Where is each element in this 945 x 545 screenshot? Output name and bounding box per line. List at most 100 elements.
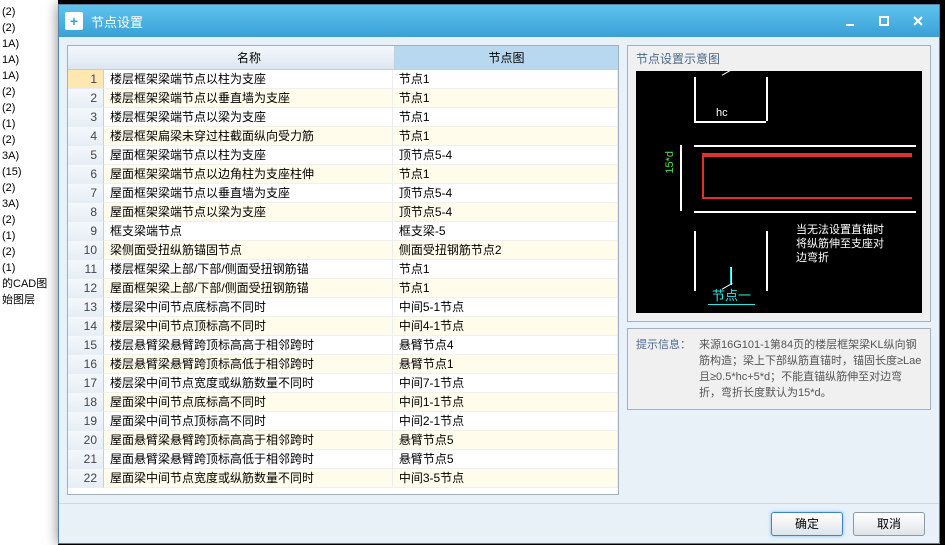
cell-name: 楼层框架扁梁未穿过柱截面纵向受力筋 bbox=[104, 127, 393, 146]
cad-layer-item: 1A) bbox=[2, 52, 56, 68]
cell-name: 楼层梁中间节点底标高不同时 bbox=[104, 298, 393, 317]
right-pane: 节点设置示意图 hc bbox=[627, 45, 931, 495]
table-row[interactable]: 8屋面框架梁端节点以梁为支座顶节点5-4 bbox=[68, 203, 618, 222]
cancel-button[interactable]: 取消 bbox=[853, 512, 925, 536]
cell-node: 中间1-1节点 bbox=[393, 393, 618, 412]
table-row[interactable]: 15楼层悬臂梁悬臂跨顶标高高于相邻跨时悬臂节点4 bbox=[68, 336, 618, 355]
dim-15d: 15*d bbox=[664, 151, 676, 174]
table-row[interactable]: 5屋面框架梁端节点以柱为支座顶节点5-4 bbox=[68, 146, 618, 165]
cell-node: 节点1 bbox=[393, 70, 618, 89]
table-row[interactable]: 19屋面梁中间节点顶标高不同时中间2-1节点 bbox=[68, 412, 618, 431]
cad-layer-item: (2) bbox=[2, 100, 56, 116]
ok-button[interactable]: 确定 bbox=[771, 512, 843, 536]
cell-node: 框支梁-5 bbox=[393, 222, 618, 241]
row-number: 12 bbox=[68, 279, 104, 298]
row-number: 2 bbox=[68, 89, 104, 108]
table-row[interactable]: 17楼层梁中间节点宽度或纵筋数量不同时中间7-1节点 bbox=[68, 374, 618, 393]
hint-label: 提示信息： bbox=[636, 337, 691, 401]
cell-name: 楼层框架梁上部/下部/侧面受扭钢筋锚 bbox=[104, 260, 393, 279]
table-row[interactable]: 7屋面框架梁端节点以垂直墙为支座顶节点5-4 bbox=[68, 184, 618, 203]
row-number: 15 bbox=[68, 336, 104, 355]
cell-name: 楼层框架梁端节点以垂直墙为支座 bbox=[104, 89, 393, 108]
table-row[interactable]: 14楼层梁中间节点顶标高不同时中间4-1节点 bbox=[68, 317, 618, 336]
table-row[interactable]: 22屋面梁中间节点宽度或纵筋数量不同时中间3-5节点 bbox=[68, 469, 618, 488]
table-row[interactable]: 2楼层框架梁端节点以垂直墙为支座节点1 bbox=[68, 89, 618, 108]
cell-node: 节点1 bbox=[393, 279, 618, 298]
table-row[interactable]: 10梁侧面受扭纵筋锚固节点侧面受扭钢筋节点2 bbox=[68, 241, 618, 260]
preview-panel: 节点设置示意图 hc bbox=[627, 45, 931, 322]
cad-layer-item: (2) bbox=[2, 20, 56, 36]
cell-name: 楼层悬臂梁悬臂跨顶标高低于相邻跨时 bbox=[104, 355, 393, 374]
row-number: 7 bbox=[68, 184, 104, 203]
row-number: 21 bbox=[68, 450, 104, 469]
table-row[interactable]: 9框支梁端节点框支梁-5 bbox=[68, 222, 618, 241]
cell-name: 屋面框架梁端节点以梁为支座 bbox=[104, 203, 393, 222]
row-number: 18 bbox=[68, 393, 104, 412]
cell-name: 楼层梁中间节点宽度或纵筋数量不同时 bbox=[104, 374, 393, 393]
cell-node: 节点1 bbox=[393, 108, 618, 127]
cad-layer-item: 3A) bbox=[2, 148, 56, 164]
table-row[interactable]: 12屋面框架梁上部/下部/侧面受扭钢筋锚节点1 bbox=[68, 279, 618, 298]
table-row[interactable]: 13楼层梁中间节点底标高不同时中间5-1节点 bbox=[68, 298, 618, 317]
row-number: 6 bbox=[68, 165, 104, 184]
close-icon bbox=[912, 15, 924, 27]
cad-layer-item: 1A) bbox=[2, 36, 56, 52]
cell-name: 楼层梁中间节点顶标高不同时 bbox=[104, 317, 393, 336]
dialog-footer: 确定 取消 bbox=[59, 503, 939, 543]
cad-layer-item: (15) bbox=[2, 164, 56, 180]
col-header-name[interactable]: 名称 bbox=[104, 46, 395, 69]
cell-name: 屋面框架梁端节点以柱为支座 bbox=[104, 146, 393, 165]
titlebar[interactable]: + 节点设置 bbox=[59, 5, 939, 37]
cad-layer-sidebar: (2)(2)1A)1A)1A)(2)(2)(1)(2)3A)(15)(2)3A)… bbox=[0, 0, 58, 545]
node-table: 名称 节点图 1楼层框架梁端节点以柱为支座节点12楼层框架梁端节点以垂直墙为支座… bbox=[67, 45, 619, 495]
row-number: 8 bbox=[68, 203, 104, 222]
table-row[interactable]: 1楼层框架梁端节点以柱为支座节点1 bbox=[68, 70, 618, 89]
row-number: 19 bbox=[68, 412, 104, 431]
cell-node: 节点1 bbox=[393, 127, 618, 146]
row-number: 1 bbox=[68, 70, 104, 89]
close-button[interactable] bbox=[903, 11, 933, 31]
preview-caption: 节点一 bbox=[708, 285, 755, 305]
cad-layer-item: (2) bbox=[2, 244, 56, 260]
hint-panel: 提示信息： 来源16G101-1第84页的楼层框架梁KL纵向钢筋构造；梁上下部纵… bbox=[627, 328, 931, 410]
preview-title: 节点设置示意图 bbox=[628, 46, 930, 71]
cad-layer-item: 1A) bbox=[2, 68, 56, 84]
col-header-node[interactable]: 节点图 bbox=[395, 46, 618, 69]
row-number: 9 bbox=[68, 222, 104, 241]
row-number: 5 bbox=[68, 146, 104, 165]
cad-layer-item: (2) bbox=[2, 132, 56, 148]
row-number: 17 bbox=[68, 374, 104, 393]
node-settings-dialog: + 节点设置 名称 节点图 1楼层框架梁端节点以柱为支座节点12楼层框架梁端节点… bbox=[58, 4, 940, 544]
table-row[interactable]: 11楼层框架梁上部/下部/侧面受扭钢筋锚节点1 bbox=[68, 260, 618, 279]
maximize-button[interactable] bbox=[869, 11, 899, 31]
cell-name: 梁侧面受扭纵筋锚固节点 bbox=[104, 241, 393, 260]
cad-layer-item: (1) bbox=[2, 228, 56, 244]
cad-layer-item: (1) bbox=[2, 116, 56, 132]
row-number: 16 bbox=[68, 355, 104, 374]
cell-node: 中间5-1节点 bbox=[393, 298, 618, 317]
table-row[interactable]: 20屋面悬臂梁悬臂跨顶标高高于相邻跨时悬臂节点5 bbox=[68, 431, 618, 450]
cell-node: 侧面受扭钢筋节点2 bbox=[393, 241, 618, 260]
cell-node: 中间7-1节点 bbox=[393, 374, 618, 393]
table-row[interactable]: 6屋面框架梁端节点以边角柱为支座柱伸节点1 bbox=[68, 165, 618, 184]
table-row[interactable]: 3楼层框架梁端节点以梁为支座节点1 bbox=[68, 108, 618, 127]
row-number: 4 bbox=[68, 127, 104, 146]
app-icon: + bbox=[65, 12, 83, 30]
cad-layer-item: (2) bbox=[2, 180, 56, 196]
minimize-button[interactable] bbox=[835, 11, 865, 31]
table-row[interactable]: 18屋面梁中间节点底标高不同时中间1-1节点 bbox=[68, 393, 618, 412]
cell-node: 悬臂节点5 bbox=[393, 450, 618, 469]
table-row[interactable]: 4楼层框架扁梁未穿过柱截面纵向受力筋节点1 bbox=[68, 127, 618, 146]
cell-node: 中间3-5节点 bbox=[393, 469, 618, 488]
minimize-icon bbox=[844, 15, 856, 27]
table-row[interactable]: 21屋面悬臂梁悬臂跨顶标高低于相邻跨时悬臂节点5 bbox=[68, 450, 618, 469]
dialog-content: 名称 节点图 1楼层框架梁端节点以柱为支座节点12楼层框架梁端节点以垂直墙为支座… bbox=[59, 37, 939, 503]
cad-layer-item: 3A) bbox=[2, 196, 56, 212]
cell-name: 屋面悬臂梁悬臂跨顶标高高于相邻跨时 bbox=[104, 431, 393, 450]
cell-name: 楼层悬臂梁悬臂跨顶标高高于相邻跨时 bbox=[104, 336, 393, 355]
cell-node: 悬臂节点5 bbox=[393, 431, 618, 450]
cell-node: 节点1 bbox=[393, 165, 618, 184]
table-row[interactable]: 16楼层悬臂梁悬臂跨顶标高低于相邻跨时悬臂节点1 bbox=[68, 355, 618, 374]
table-body[interactable]: 1楼层框架梁端节点以柱为支座节点12楼层框架梁端节点以垂直墙为支座节点13楼层框… bbox=[68, 70, 618, 494]
cell-node: 顶节点5-4 bbox=[393, 203, 618, 222]
